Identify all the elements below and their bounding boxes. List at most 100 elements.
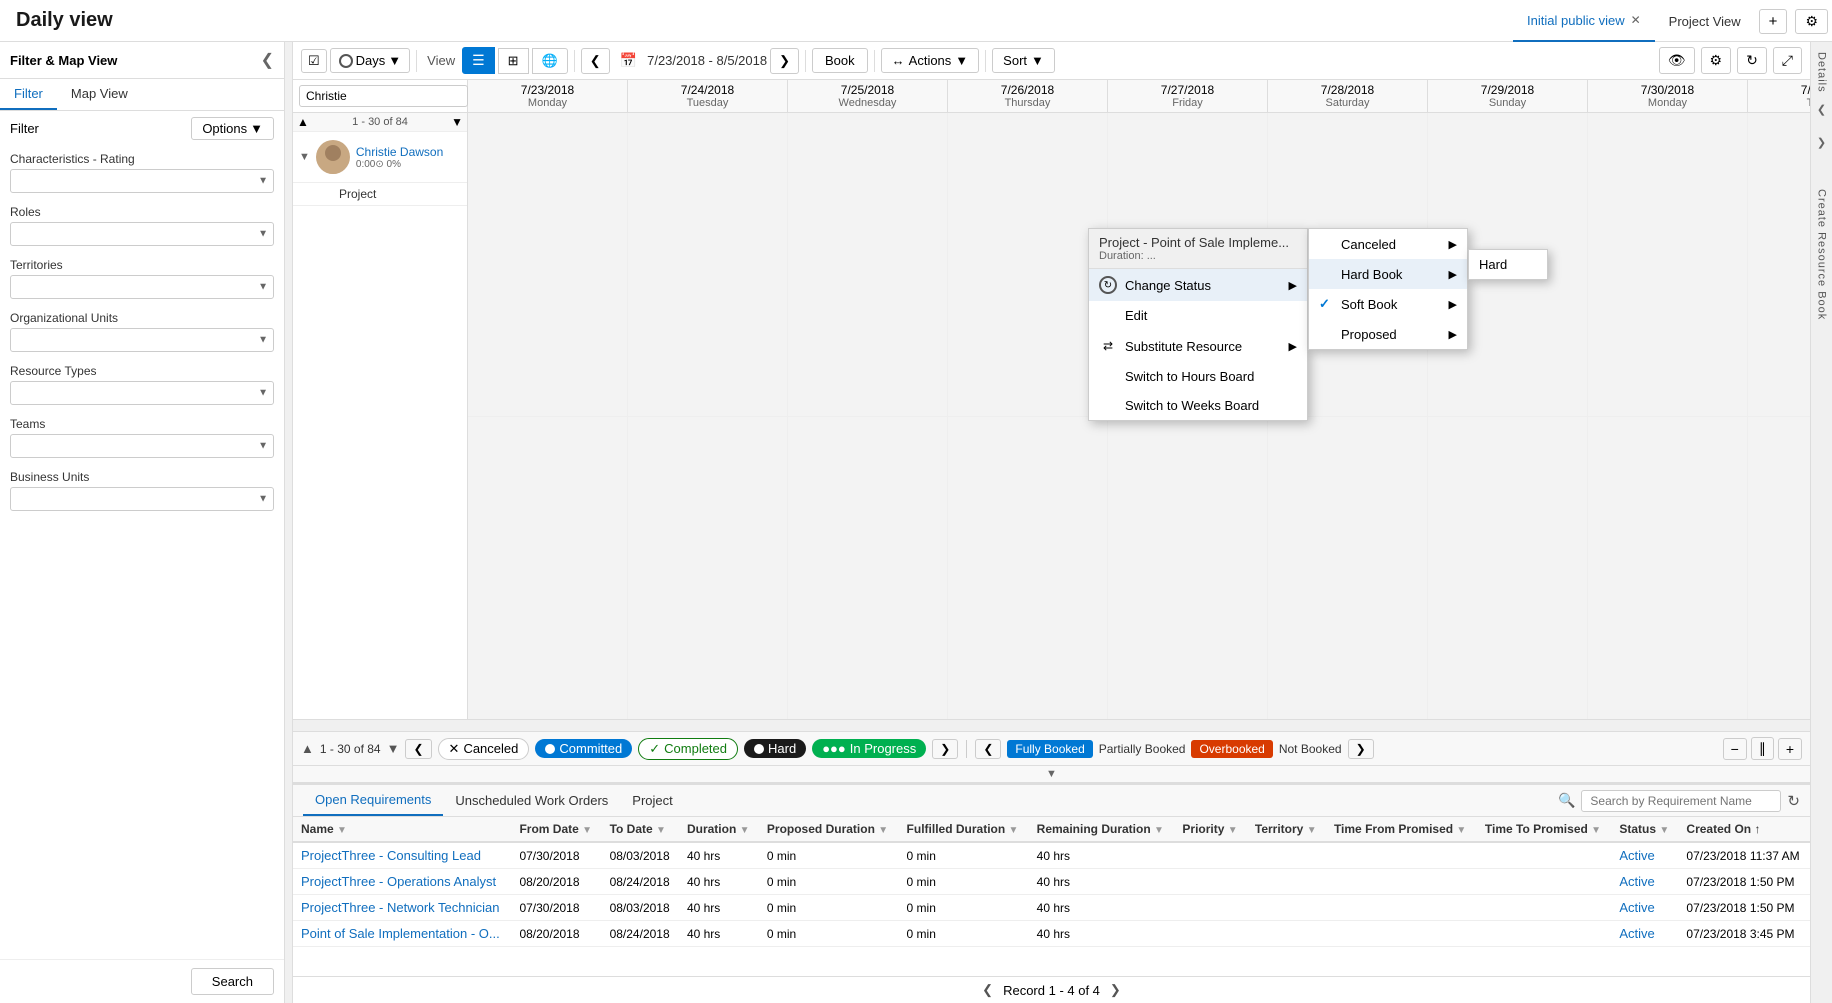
col-name[interactable]: Name ▼ <box>293 817 511 842</box>
status-link[interactable]: Active <box>1619 848 1654 863</box>
days-dropdown[interactable]: Days ▼ <box>330 48 411 73</box>
list-toggle-icon[interactable]: ☑ <box>301 49 327 73</box>
close-tab-icon[interactable]: ✕ <box>1631 13 1641 27</box>
req-name-link[interactable]: Point of Sale Implementation - O... <box>301 926 500 941</box>
req-search-icon-button[interactable]: 🔍 <box>1558 792 1575 809</box>
inprogress-badge[interactable]: ●●● In Progress <box>812 739 926 758</box>
col-fulfilled-duration[interactable]: Fulfilled Duration ▼ <box>899 817 1029 842</box>
tab-project-view[interactable]: Project View <box>1655 0 1755 42</box>
sort-button[interactable]: Sort ▼ <box>992 48 1055 73</box>
visibility-button[interactable]: 👁 <box>1659 47 1695 74</box>
list-view-button[interactable]: ☰ <box>462 47 495 74</box>
col-territory[interactable]: Territory ▼ <box>1247 817 1326 842</box>
req-refresh-button[interactable]: ↻ <box>1787 792 1800 810</box>
characteristics-select[interactable] <box>10 169 274 193</box>
resource-list-down-button[interactable]: ▼ <box>451 115 463 129</box>
col-priority[interactable]: Priority ▼ <box>1174 817 1247 842</box>
ctx-substitute-resource[interactable]: ⇄ Substitute Resource ▶ <box>1089 330 1307 362</box>
teams-select[interactable] <box>10 434 274 458</box>
refresh-button[interactable]: ↻ <box>1737 47 1767 74</box>
col-created-on[interactable]: Created On ↑ <box>1678 817 1810 842</box>
calendar-icon-button[interactable]: 📅 <box>613 47 644 74</box>
sidebar-collapse-button[interactable]: ❮ <box>261 50 274 70</box>
details-left-arrow[interactable]: ❮ <box>1817 103 1826 116</box>
req-name-link[interactable]: ProjectThree - Consulting Lead <box>301 848 481 863</box>
tab-unscheduled-work-orders[interactable]: Unscheduled Work Orders <box>443 786 620 815</box>
expand-up-button[interactable]: ▲ <box>301 741 314 756</box>
req-name-link[interactable]: ProjectThree - Operations Analyst <box>301 874 496 889</box>
settings-gear-button[interactable]: ⚙ <box>1701 47 1732 74</box>
next-booking-button[interactable]: ❯ <box>1348 739 1374 759</box>
submenu-soft-book[interactable]: ✓ Soft Book ▶ <box>1309 289 1467 319</box>
options-button[interactable]: Options ▼ <box>191 117 274 140</box>
tab-open-requirements[interactable]: Open Requirements <box>303 785 443 816</box>
col-duration[interactable]: Duration ▼ <box>679 817 759 842</box>
horizontal-scrollbar[interactable] <box>293 719 1810 731</box>
col-to-date[interactable]: To Date ▼ <box>602 817 679 842</box>
book-button[interactable]: Book <box>812 48 868 73</box>
zoom-pause-button[interactable]: ∥ <box>1751 737 1774 760</box>
col-remaining-duration[interactable]: Remaining Duration ▼ <box>1029 817 1175 842</box>
soft-book-arrow: ▶ <box>1449 298 1457 311</box>
completed-badge[interactable]: ✓ Completed <box>638 738 738 760</box>
ctx-switch-weeks[interactable]: Switch to Weeks Board <box>1089 391 1307 420</box>
status-link[interactable]: Active <box>1619 874 1654 889</box>
expand-button[interactable]: ⤢ <box>1773 47 1802 74</box>
globe-view-button[interactable]: 🌐 <box>532 48 568 74</box>
next-page-button[interactable]: ❯ <box>932 739 958 759</box>
sidebar: Filter & Map View ❮ Filter Map View Filt… <box>0 42 285 1003</box>
prev-booking-button[interactable]: ❮ <box>975 739 1001 759</box>
hard-badge[interactable]: Hard <box>744 739 806 758</box>
submenu-proposed[interactable]: ✓ Proposed ▶ <box>1309 319 1467 349</box>
ctx-edit[interactable]: Edit <box>1089 301 1307 330</box>
col-proposed-duration[interactable]: Proposed Duration ▼ <box>759 817 899 842</box>
resource-search-input[interactable] <box>299 85 468 107</box>
col-time-to-promised[interactable]: Time To Promised ▼ <box>1477 817 1611 842</box>
org-units-select[interactable] <box>10 328 274 352</box>
submenu-canceled[interactable]: ✓ Canceled ▶ <box>1309 229 1467 259</box>
actions-button[interactable]: ↔ Actions ▼ <box>881 48 980 73</box>
committed-badge[interactable]: Committed <box>535 739 632 758</box>
next-date-button[interactable]: ❯ <box>770 48 799 74</box>
status-link[interactable]: Active <box>1619 900 1654 915</box>
resource-list-up-button[interactable]: ▲ <box>297 115 309 129</box>
details-right-arrow[interactable]: ❯ <box>1817 136 1826 149</box>
req-prev-button[interactable]: ❮ <box>982 982 993 998</box>
col-time-from-promised[interactable]: Time From Promised ▼ <box>1326 817 1477 842</box>
col-status[interactable]: Status ▼ <box>1611 817 1678 842</box>
settings-button[interactable]: ⚙ <box>1795 9 1828 34</box>
search-button[interactable]: Search <box>191 968 274 995</box>
add-tab-button[interactable]: + <box>1759 9 1788 34</box>
req-search-input[interactable] <box>1581 790 1781 812</box>
submenu-hard-book[interactable]: ✓ Hard Book ▶ <box>1309 259 1467 289</box>
req-next-button[interactable]: ❯ <box>1110 982 1121 998</box>
sidebar-resize-handle[interactable] <box>285 42 293 1003</box>
zoom-in-button[interactable]: + <box>1778 738 1802 760</box>
territories-select[interactable] <box>10 275 274 299</box>
sort-dropdown-icon: ▼ <box>1031 53 1044 68</box>
bottom-chevron[interactable]: ▼ <box>293 766 1810 783</box>
collapse-resource-button[interactable]: ▼ <box>299 151 310 163</box>
status-link[interactable]: Active <box>1619 926 1654 941</box>
sidebar-title: Filter & Map View <box>10 53 117 68</box>
prev-date-button[interactable]: ❮ <box>581 48 610 74</box>
sidebar-tab-filter[interactable]: Filter <box>0 79 57 110</box>
roles-select[interactable] <box>10 222 274 246</box>
resource-types-select[interactable] <box>10 381 274 405</box>
req-name-link[interactable]: ProjectThree - Network Technician <box>301 900 499 915</box>
col-from-date[interactable]: From Date ▼ <box>511 817 601 842</box>
tab-initial-public-view[interactable]: Initial public view ✕ <box>1513 0 1655 42</box>
resource-name[interactable]: Christie Dawson <box>356 145 443 159</box>
canceled-badge[interactable]: ✕ Canceled <box>438 738 530 760</box>
prev-page-button[interactable]: ❮ <box>405 739 431 759</box>
ctx-switch-hours[interactable]: Switch to Hours Board <box>1089 362 1307 391</box>
submenu-hard-item[interactable]: Hard <box>1469 250 1547 279</box>
ctx-change-status[interactable]: ↻ Change Status ▶ <box>1089 269 1307 301</box>
expand-down-button[interactable]: ▼ <box>387 741 400 756</box>
sidebar-tab-map-view[interactable]: Map View <box>57 79 142 110</box>
grid-view-button[interactable]: ⊞ <box>498 48 529 74</box>
tab-project[interactable]: Project <box>620 786 684 815</box>
zoom-out-button[interactable]: − <box>1723 738 1747 760</box>
business-units-select[interactable] <box>10 487 274 511</box>
details-panel[interactable]: Details ❮ ❯ Create Resource Book <box>1810 42 1832 1003</box>
